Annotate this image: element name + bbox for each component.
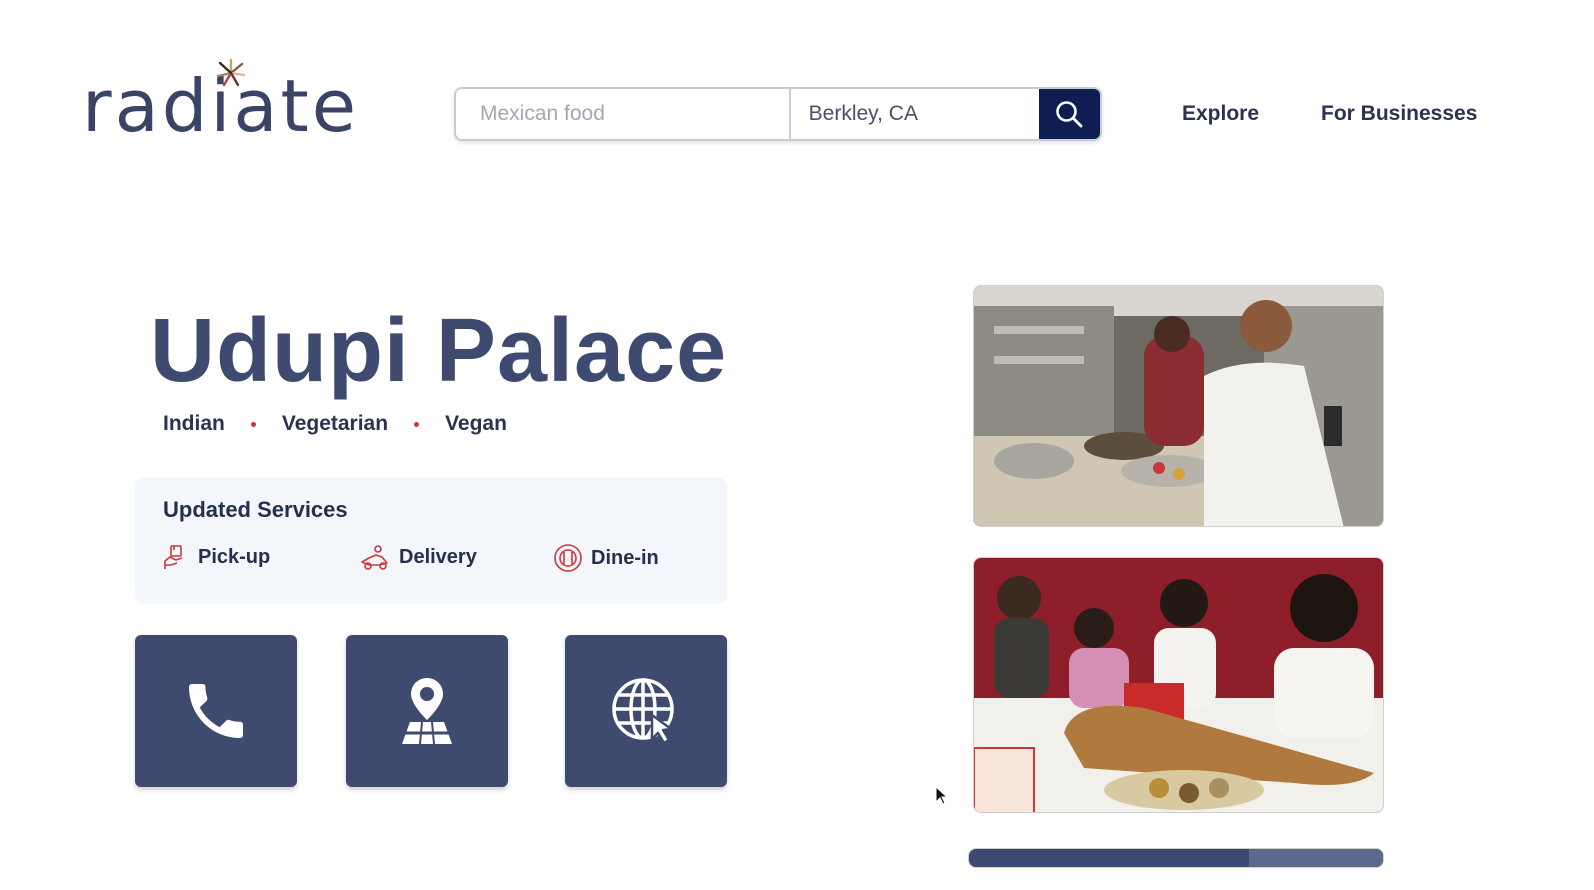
restaurant-photo-kitchen[interactable] (973, 285, 1384, 527)
website-globe-icon (612, 678, 674, 745)
cuisine-tag: Vegetarian (281, 412, 389, 435)
pickup-icon (164, 545, 183, 569)
call-button[interactable] (135, 635, 297, 787)
website-button[interactable] (565, 635, 727, 787)
service-delivery: Delivery (359, 543, 477, 571)
restaurant-photo-partial[interactable] (968, 848, 1384, 868)
map-pin-icon (400, 678, 454, 744)
partial-photo-image (969, 849, 1383, 867)
service-dine-in: Dine-in (553, 543, 659, 573)
kitchen-photo-image (974, 286, 1383, 526)
search-icon (1056, 101, 1083, 128)
search-bar (454, 87, 1102, 141)
delivery-icon (361, 545, 388, 570)
radiate-logo[interactable]: radiate (82, 52, 392, 152)
cuisine-tags: Indian Vegetarian Vegan (163, 412, 507, 436)
restaurant-name: Udupi Palace (150, 301, 728, 401)
search-location-input[interactable] (790, 89, 1039, 139)
cuisine-tag: Indian (163, 412, 225, 435)
logo-sprig-icon (216, 58, 246, 87)
nav-explore-link[interactable]: Explore (1182, 102, 1259, 126)
service-label: Pick-up (198, 545, 271, 568)
mouse-cursor-icon (935, 786, 949, 805)
service-label: Delivery (399, 545, 477, 568)
directions-button[interactable] (346, 635, 508, 787)
updated-services-panel: Updated Services Pick-up Delivery Dine-i… (135, 477, 727, 604)
services-title: Updated Services (163, 497, 348, 522)
search-button[interactable] (1038, 89, 1100, 139)
restaurant-photo-diners[interactable] (973, 557, 1384, 813)
cuisine-tag: Vegan (445, 412, 507, 435)
tag-separator-dot (250, 421, 256, 427)
search-what-input[interactable] (456, 89, 791, 139)
dine-in-icon (554, 544, 582, 572)
service-label: Dine-in (591, 546, 659, 569)
diners-photo-image (974, 558, 1383, 812)
nav-for-businesses-link[interactable]: For Businesses (1321, 102, 1477, 126)
service-pickup: Pick-up (162, 543, 270, 571)
phone-icon (189, 684, 243, 738)
tag-separator-dot (414, 421, 420, 427)
